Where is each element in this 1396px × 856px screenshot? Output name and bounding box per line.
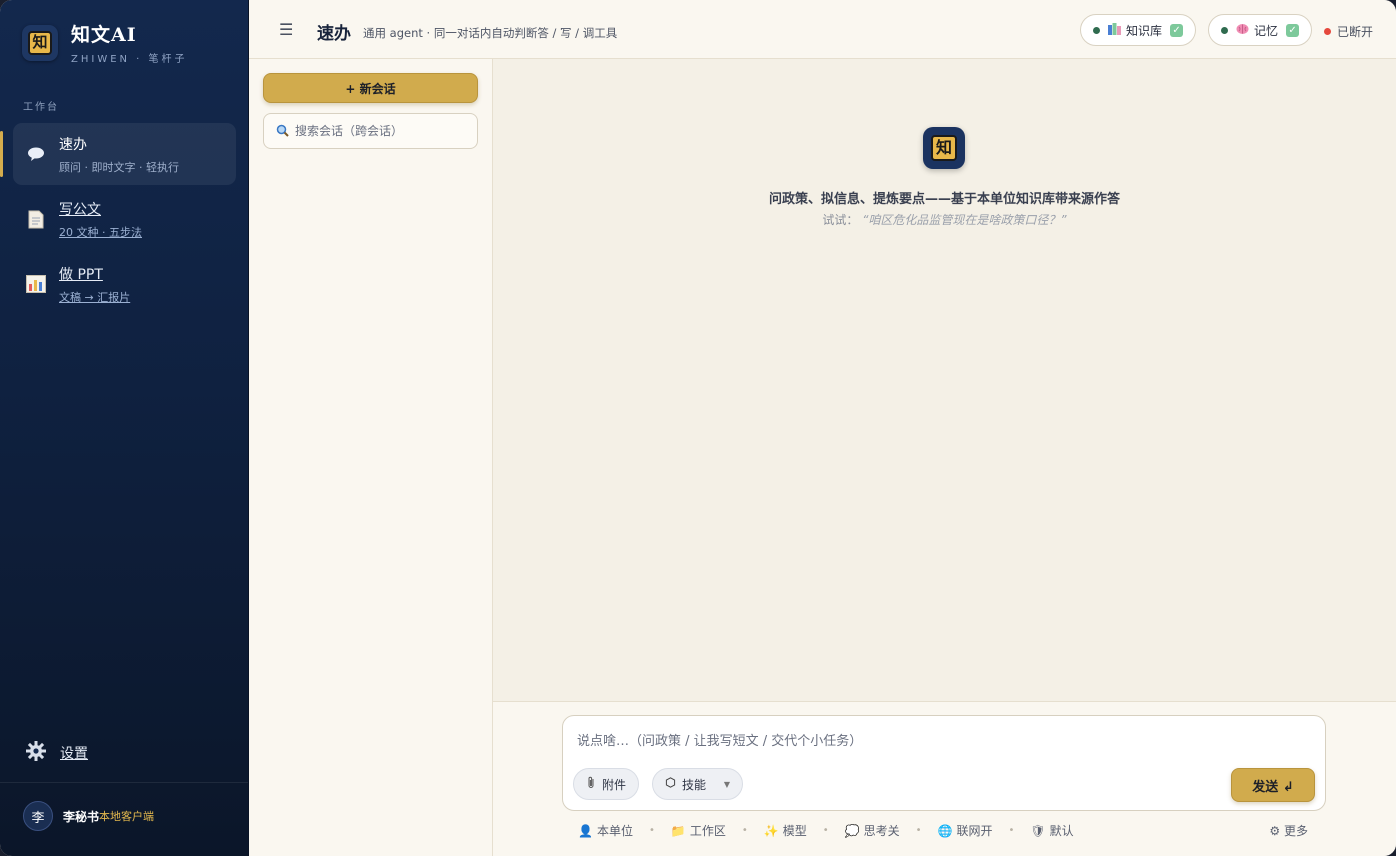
speech-bubble-icon — [25, 143, 47, 165]
sidebar-item-title: 速办 — [59, 136, 87, 153]
sparkles-icon: ✨ — [763, 823, 779, 838]
hexagon-icon — [665, 777, 676, 791]
avatar: 李 — [23, 801, 53, 831]
sidebar-item-title: 做 PPT — [59, 266, 103, 283]
divider — [0, 782, 248, 783]
settings-label: 设置 — [60, 746, 88, 762]
brand-logo: 知 — [22, 24, 58, 61]
hero-logo: 知 — [923, 127, 965, 169]
attach-button[interactable]: 附件 — [573, 768, 640, 800]
nav-text: 做 PPT 文稿 → 汇报片 — [59, 264, 130, 305]
more-button[interactable]: ⚙ 更多 — [1269, 822, 1308, 839]
status-workspace[interactable]: 📁 工作区 — [671, 822, 726, 839]
user-profile[interactable]: 李 李秘书 本地客户端 — [23, 801, 154, 831]
nav-text: 速办 顾问 · 即时文字 · 轻执行 — [59, 134, 179, 175]
hero-hint: 试试： “咱区危化品监管现在是啥政策口径？” — [493, 211, 1396, 228]
conversation-list: + 新会话 — [249, 59, 493, 856]
menu-toggle-button[interactable]: ☰ — [279, 20, 293, 39]
page-subtitle: 通用 agent · 同一对话内自动判断答 / 写 / 调工具 — [363, 26, 618, 40]
logo-mark: 知 — [28, 30, 52, 55]
status-thinking[interactable]: 💭 思考关 — [845, 822, 900, 839]
main-area: ☰ 速办 通用 agent · 同一对话内自动判断答 / 写 / 调工具 知识库… — [249, 0, 1396, 856]
status-dot — [1093, 26, 1100, 34]
memory-label: 记忆 — [1254, 23, 1279, 38]
separator: • — [1008, 825, 1015, 836]
topbar: ☰ 速办 通用 agent · 同一对话内自动判断答 / 写 / 调工具 知识库… — [249, 0, 1396, 59]
brand-subtitle: ZHIWEN · 笔杆子 — [71, 54, 188, 65]
paperclip-icon — [586, 776, 596, 792]
chevron-down-icon: ▼ — [723, 779, 730, 789]
person-icon: 👤 — [578, 823, 593, 838]
check-icon: ✓ — [1286, 23, 1300, 37]
hint-prefix: 试试： — [822, 213, 859, 227]
knowledge-base-toggle[interactable]: 知识库 ✓ — [1080, 14, 1197, 46]
sidebar-item-sub: 20 文种 · 五步法 — [59, 225, 142, 239]
search-box — [263, 113, 478, 149]
composer: 附件 技能 ▼ 发送 ↲ — [562, 715, 1326, 811]
skills-label: 技能 — [682, 777, 707, 792]
sidebar-item-quick[interactable]: 速办 顾问 · 即时文字 · 轻执行 — [0, 123, 236, 185]
chat-canvas: 知 问政策、拟信息、提炼要点——基于本单位知识库带来源作答 试试： “咱区危化品… — [493, 59, 1396, 701]
logo-mark: 知 — [931, 135, 957, 161]
sidebar-item-ppt[interactable]: 做 PPT 文稿 → 汇报片 — [13, 253, 236, 315]
hero-title: 问政策、拟信息、提炼要点——基于本单位知识库带来源作答 — [768, 192, 1120, 207]
status-model[interactable]: ✨ 模型 — [764, 822, 807, 839]
status-label: 工作区 — [689, 824, 726, 838]
section-label: 工作台 — [23, 102, 59, 113]
nav-text: 写公文 20 文种 · 五步法 — [59, 199, 142, 240]
document-icon — [25, 208, 47, 230]
thought-bubble-icon: 💭 — [844, 823, 860, 838]
sidebar-item-document[interactable]: 写公文 20 文种 · 五步法 — [13, 188, 236, 250]
connection-status: 已断开 — [1323, 23, 1373, 40]
sidebar-item-title: 写公文 — [59, 201, 101, 218]
folder-icon: 📁 — [670, 823, 686, 838]
sidebar: 知 知文AI ZHIWEN · 笔杆子 工作台 速办 顾问 · 即时文字 · 轻… — [0, 0, 249, 856]
kb-label: 知识库 — [1126, 23, 1163, 38]
brain-icon — [1236, 23, 1249, 38]
attach-label: 附件 — [602, 777, 627, 792]
status-web[interactable]: 🌐 联网开 — [938, 822, 993, 839]
check-icon: ✓ — [1170, 23, 1184, 37]
status-dot — [1323, 28, 1331, 35]
composer-area: 附件 技能 ▼ 发送 ↲ 👤本单位 • 📁工作区 • ✨模型 • 💭思考 — [493, 701, 1396, 856]
globe-icon: 🌐 — [937, 823, 953, 838]
brand-text: 知文AI ZHIWEN · 笔杆子 — [71, 20, 188, 65]
bar-chart-icon — [25, 273, 47, 295]
status-label: 已断开 — [1336, 25, 1373, 39]
settings-link[interactable]: 设置 — [25, 740, 88, 766]
status-label: 思考关 — [863, 824, 900, 838]
new-chat-button[interactable]: + 新会话 — [263, 73, 478, 103]
status-label: 模型 — [782, 824, 807, 838]
status-org[interactable]: 👤 本单位 — [578, 822, 633, 839]
brand: 知 知文AI ZHIWEN · 笔杆子 — [22, 20, 188, 65]
example-prompt[interactable]: “咱区危化品监管现在是啥政策口径？” — [862, 213, 1066, 227]
shield-icon: 🛡 — [1030, 823, 1046, 838]
separator: • — [648, 825, 655, 836]
status-permission[interactable]: 🛡 默认 — [1030, 822, 1073, 839]
status-label: 本单位 — [596, 824, 633, 838]
brand-name: 知文AI — [71, 24, 137, 46]
sidebar-item-sub: 顾问 · 即时文字 · 轻执行 — [59, 160, 179, 174]
sidebar-item-sub: 文稿 → 汇报片 — [59, 290, 131, 304]
skills-dropdown[interactable]: 技能 ▼ — [652, 768, 743, 800]
separator: • — [915, 825, 922, 836]
send-button[interactable]: 发送 ↲ — [1231, 768, 1315, 802]
search-input[interactable] — [295, 124, 470, 138]
app-window: 知 知文AI ZHIWEN · 笔杆子 工作台 速办 顾问 · 即时文字 · 轻… — [0, 0, 1396, 856]
memory-toggle[interactable]: 记忆 ✓ — [1208, 14, 1313, 46]
message-input[interactable] — [577, 730, 1297, 754]
gear-icon — [25, 740, 47, 766]
status-dot — [1221, 26, 1228, 34]
status-label: 联网开 — [956, 824, 993, 838]
page-title: 速办 — [317, 24, 351, 44]
separator: • — [822, 825, 829, 836]
status-label: 默认 — [1049, 824, 1074, 838]
books-icon — [1108, 22, 1121, 38]
status-row: 👤 本单位 • 📁 工作区 • ✨ 模型 • 💭 思考关 • 🌐 联网开 • 🛡 默认 — [578, 822, 1074, 839]
separator: • — [741, 825, 748, 836]
user-tag: 本地客户端 — [99, 810, 155, 823]
search-icon — [276, 122, 289, 141]
user-name: 李秘书 — [63, 809, 100, 824]
